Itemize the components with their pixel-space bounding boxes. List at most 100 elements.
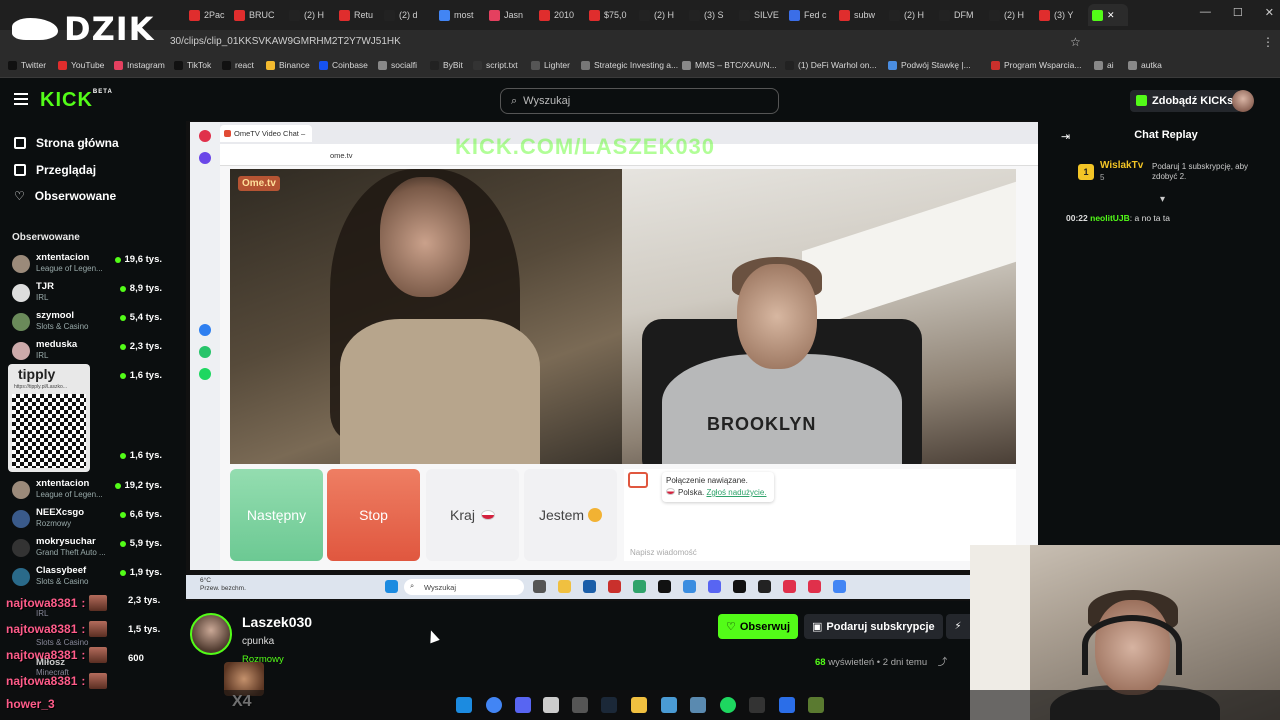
followed-channel[interactable]: xntentacion League of Legen... 19,2 tys. <box>12 478 162 504</box>
browser-tab[interactable]: (2) d <box>380 4 425 26</box>
bookmark-item[interactable]: Twitter <box>8 60 46 70</box>
browser-tab[interactable]: BRUC <box>230 4 275 26</box>
next-button[interactable]: Następny <box>230 469 323 561</box>
messenger-icon <box>199 324 211 336</box>
discord-icon[interactable] <box>515 697 531 713</box>
get-kicks-button[interactable]: Zdobądź KICKs <box>1130 90 1242 112</box>
maximize-icon[interactable]: ☐ <box>1233 6 1243 19</box>
browser-tab[interactable]: SILVE <box>735 4 780 26</box>
bookmark-item[interactable]: (1) DeFi Warhol on... <box>785 60 877 70</box>
bookmark-item[interactable]: Program Wsparcia... <box>991 60 1081 70</box>
browser-tab[interactable]: 2010 <box>535 4 580 26</box>
minimize-icon[interactable]: — <box>1200 6 1211 19</box>
nav-browse[interactable]: Przeglądaj <box>14 163 96 177</box>
url-text[interactable]: 30/clips/clip_01KKSVKAW9GMRHM2T2Y7WJ51HK <box>170 36 401 47</box>
channel-avatar <box>12 313 30 331</box>
folder-icon[interactable] <box>631 697 647 713</box>
followed-channel[interactable]: xntentacion League of Legen... 19,6 tys. <box>12 252 162 278</box>
browser-tab[interactable]: (2) H <box>985 4 1030 26</box>
close-tab-icon[interactable]: ✕ <box>1107 10 1115 21</box>
bookmark-item[interactable]: Instagram <box>114 60 165 70</box>
bookmark-item[interactable]: Strategic Investing a... <box>581 60 678 70</box>
obs-icon[interactable] <box>572 697 588 713</box>
bookmark-item[interactable]: script.txt <box>473 60 518 70</box>
share-icon[interactable]: ⤴ <box>938 657 948 668</box>
followed-channel[interactable]: meduska IRL 2,3 tys. <box>12 339 162 365</box>
bookmark-item[interactable]: react <box>222 60 254 70</box>
bookmark-star-icon[interactable]: ☆ <box>1070 35 1081 49</box>
bookmark-item[interactable]: ai <box>1094 60 1114 70</box>
nav-home[interactable]: Strona główna <box>14 136 119 150</box>
opera-icon <box>199 130 211 142</box>
user-avatar[interactable] <box>1232 90 1254 112</box>
followed-channel[interactable]: TJR IRL 8,9 tys. <box>12 281 162 307</box>
bookmark-item[interactable]: MMS – BTC/XAU/N... <box>682 60 777 70</box>
expand-icon[interactable]: ▾ <box>1160 194 1165 205</box>
bookmark-item[interactable]: ByBit <box>430 60 463 70</box>
streamer-name[interactable]: Laszek030 <box>242 614 312 630</box>
browser-tab[interactable]: (3) S <box>685 4 730 26</box>
bookmark-item[interactable]: Lighter <box>531 60 570 70</box>
bookmark-item[interactable]: TikTok <box>174 60 211 70</box>
bookmark-item[interactable]: socialfi <box>378 60 417 70</box>
app-icon[interactable] <box>749 697 765 713</box>
browser-tab[interactable]: Fed c <box>785 4 830 26</box>
app-icon[interactable] <box>808 697 824 713</box>
channel-viewers: 6,6 tys. <box>120 509 162 520</box>
windows-start-icon[interactable] <box>456 697 472 713</box>
browser-tab[interactable]: Jasn <box>485 4 530 26</box>
hamburger-menu-icon[interactable] <box>14 93 28 105</box>
kick-logo[interactable]: KICKBETA <box>40 89 113 112</box>
spotify-icon[interactable] <box>720 697 736 713</box>
window-controls: — ☐ ✕ <box>1200 6 1274 19</box>
browser-tab[interactable]: subw <box>835 4 880 26</box>
streamer-avatar[interactable] <box>190 613 232 655</box>
chrome-icon[interactable] <box>486 697 502 713</box>
app-icon[interactable] <box>661 697 677 713</box>
followed-channel[interactable]: szymool Slots & Casino 5,4 tys. <box>12 310 162 336</box>
bookmark-item[interactable]: Podwój Stawkę |... <box>888 60 971 70</box>
store-icon <box>583 580 596 593</box>
app-icon[interactable] <box>690 697 706 713</box>
channel-avatar <box>12 568 30 586</box>
gender-button[interactable]: Jestem <box>524 469 617 561</box>
channel-viewers: 1,6 tys. <box>120 450 162 461</box>
sub-leader-name[interactable]: WislakTv <box>1100 160 1143 171</box>
overlay-logo-text: DZIK <box>64 10 155 48</box>
gift-sub-button[interactable]: ▣ Podaruj subskrypcje <box>804 614 943 639</box>
tab-favicon-icon <box>889 9 900 21</box>
more-actions-button[interactable]: ⚡ <box>946 614 970 639</box>
nav-following[interactable]: ♡ Obserwowane <box>14 189 116 203</box>
sub-gift-prompt[interactable]: Podaruj 1 subskrypcję, aby zdobyć 2. <box>1152 162 1254 182</box>
active-tab-kick[interactable]: ✕ <box>1088 4 1128 26</box>
bookmark-item[interactable]: autka <box>1128 60 1162 70</box>
ome-message-input[interactable]: Napisz wiadomość <box>630 548 697 557</box>
steam-icon[interactable] <box>601 697 617 713</box>
browser-tab[interactable]: (3) Y <box>1035 4 1080 26</box>
channel-viewers: 1,9 tys. <box>120 567 162 578</box>
stop-button[interactable]: Stop <box>327 469 420 561</box>
more-menu-icon[interactable]: ⋮ <box>1262 35 1274 49</box>
browser-tab[interactable]: (2) H <box>635 4 680 26</box>
browser-tab[interactable]: most <box>435 4 480 26</box>
followed-channel[interactable]: mokrysuchar Grand Theft Auto ... 5,9 tys. <box>12 536 162 562</box>
bookmark-item[interactable]: Binance <box>266 60 310 70</box>
browser-tab[interactable]: (2) H <box>285 4 330 26</box>
follow-button[interactable]: ♡ Obserwuj <box>718 614 798 639</box>
report-abuse-link[interactable]: Zgłoś nadużycie. <box>706 488 766 497</box>
search-input[interactable]: ⌕ Wyszukaj <box>500 88 779 114</box>
followed-channel[interactable]: NEEXcsgo Rozmowy 6,6 tys. <box>12 507 162 533</box>
bookmark-item[interactable]: Coinbase <box>319 60 368 70</box>
followed-channel[interactable]: Classybeef Slots & Casino 1,9 tys. <box>12 565 162 591</box>
search-icon: ⌕ <box>511 94 518 107</box>
bookmark-item[interactable]: YouTube <box>58 60 104 70</box>
browser-tab[interactable]: 2Pac <box>185 4 230 26</box>
close-icon[interactable]: ✕ <box>1265 6 1274 19</box>
app-icon[interactable] <box>543 697 559 713</box>
country-button[interactable]: Kraj <box>426 469 519 561</box>
browser-tab[interactable]: (2) H <box>885 4 930 26</box>
browser-tab[interactable]: DFM <box>935 4 980 26</box>
app-icon[interactable] <box>779 697 795 713</box>
browser-tab[interactable]: $75,0 <box>585 4 630 26</box>
browser-tab[interactable]: Retu <box>335 4 380 26</box>
